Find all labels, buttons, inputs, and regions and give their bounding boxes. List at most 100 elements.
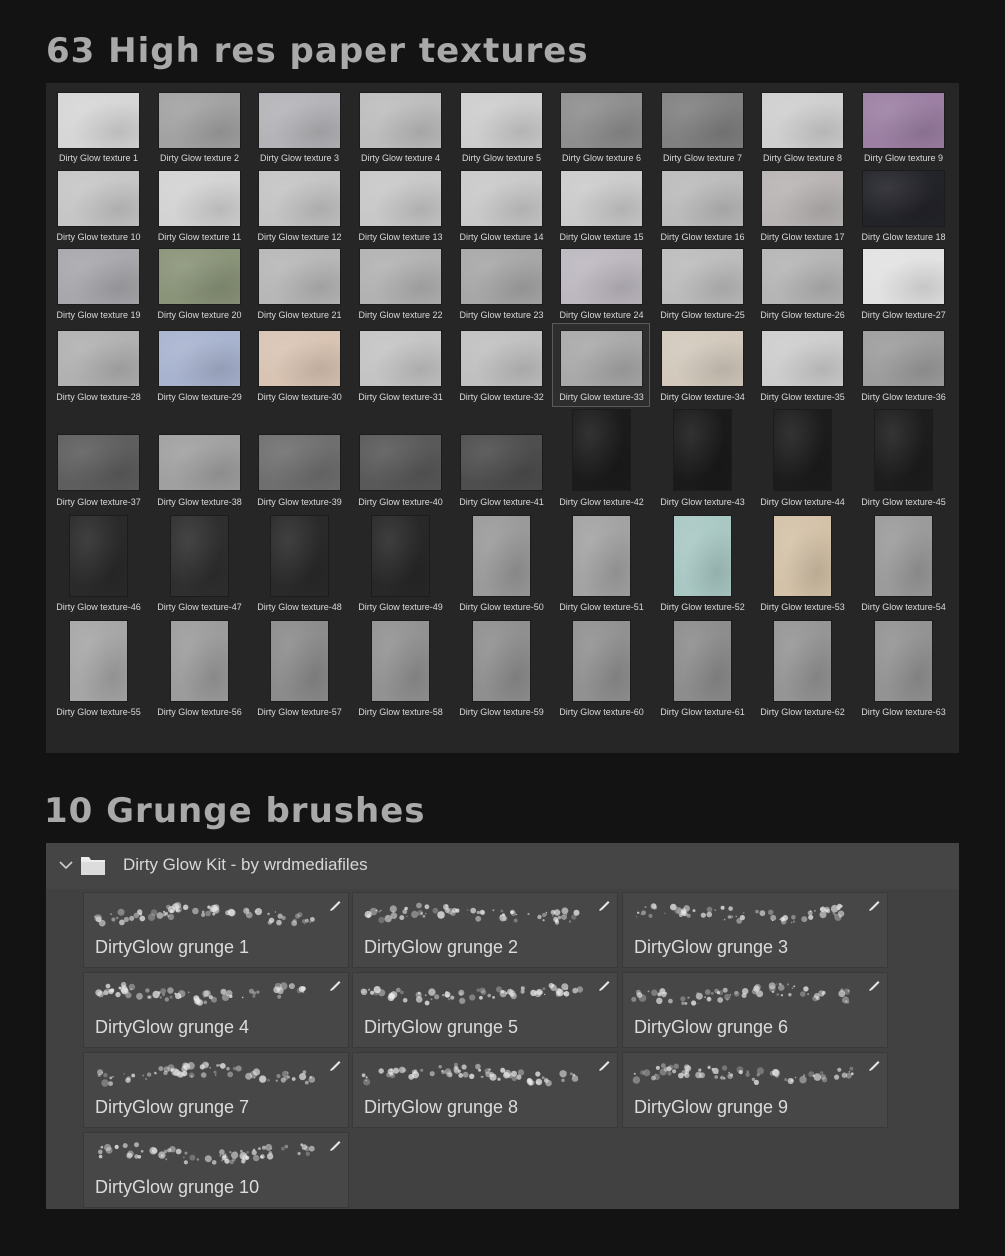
texture-thumbnail[interactable] xyxy=(774,621,831,701)
texture-thumbnail[interactable] xyxy=(259,249,340,304)
texture-grid-panel: Dirty Glow texture 1 Dirty Glow texture 2… xyxy=(46,83,959,753)
brush-edit-icon[interactable] xyxy=(866,1057,882,1073)
texture-file-name: Dirty Glow texture 10 xyxy=(56,232,141,242)
brush-edit-icon[interactable] xyxy=(327,977,343,993)
brush-stroke-preview xyxy=(631,982,851,1006)
brush-edit-icon[interactable] xyxy=(866,977,882,993)
brush-item[interactable]: DirtyGlow grunge 6 xyxy=(622,972,888,1048)
brush-item[interactable]: DirtyGlow grunge 9 xyxy=(622,1052,888,1128)
brush-item[interactable]: DirtyGlow grunge 10 xyxy=(83,1132,349,1208)
texture-file-name: Dirty Glow texture-25 xyxy=(660,310,745,320)
texture-thumbnail[interactable] xyxy=(863,171,944,226)
texture-file-name: Dirty Glow texture 21 xyxy=(257,310,342,320)
texture-thumbnail[interactable] xyxy=(674,410,731,490)
texture-thumbnail[interactable] xyxy=(573,410,630,490)
brush-edit-icon[interactable] xyxy=(596,897,612,913)
brush-edit-icon[interactable] xyxy=(327,1057,343,1073)
texture-file-name: Dirty Glow texture 3 xyxy=(259,153,340,163)
texture-thumbnail[interactable] xyxy=(372,621,429,701)
brush-edit-icon[interactable] xyxy=(327,897,343,913)
brush-edit-icon[interactable] xyxy=(327,1137,343,1153)
brush-edit-icon[interactable] xyxy=(596,977,612,993)
texture-thumbnail[interactable] xyxy=(674,516,731,596)
texture-thumbnail[interactable] xyxy=(70,621,127,701)
texture-file-name: Dirty Glow texture 13 xyxy=(358,232,443,242)
texture-thumbnail[interactable] xyxy=(58,249,139,304)
texture-thumbnail[interactable] xyxy=(259,93,340,148)
texture-thumbnail[interactable] xyxy=(662,171,743,226)
texture-thumbnail[interactable] xyxy=(473,621,530,701)
texture-thumbnail[interactable] xyxy=(875,621,932,701)
texture-thumbnail[interactable] xyxy=(473,516,530,596)
texture-thumbnail[interactable] xyxy=(662,331,743,386)
texture-thumbnail[interactable] xyxy=(762,331,843,386)
texture-thumbnail[interactable] xyxy=(875,410,932,490)
texture-file-name: Dirty Glow texture-57 xyxy=(257,707,342,717)
brush-item[interactable]: DirtyGlow grunge 7 xyxy=(83,1052,349,1128)
texture-thumbnail[interactable] xyxy=(360,93,441,148)
texture-thumbnail[interactable] xyxy=(171,621,228,701)
texture-thumbnail[interactable] xyxy=(561,331,642,386)
texture-thumbnail[interactable] xyxy=(762,93,843,148)
texture-thumbnail[interactable] xyxy=(58,435,139,490)
texture-thumbnail[interactable] xyxy=(561,249,642,304)
texture-thumbnail[interactable] xyxy=(662,93,743,148)
texture-file-name: Dirty Glow texture-43 xyxy=(660,497,745,507)
texture-file-name: Dirty Glow texture 16 xyxy=(660,232,745,242)
texture-thumbnail[interactable] xyxy=(662,249,743,304)
texture-thumbnail[interactable] xyxy=(159,435,240,490)
texture-thumbnail[interactable] xyxy=(259,435,340,490)
texture-thumbnail[interactable] xyxy=(461,171,542,226)
texture-thumbnail[interactable] xyxy=(863,331,944,386)
texture-file-name: Dirty Glow texture-48 xyxy=(257,602,342,612)
texture-thumbnail[interactable] xyxy=(360,435,441,490)
texture-thumbnail[interactable] xyxy=(573,621,630,701)
texture-thumbnail[interactable] xyxy=(271,516,328,596)
brush-item[interactable]: DirtyGlow grunge 5 xyxy=(352,972,618,1048)
texture-thumbnail[interactable] xyxy=(762,249,843,304)
texture-thumbnail[interactable] xyxy=(360,249,441,304)
brush-item[interactable]: DirtyGlow grunge 1 xyxy=(83,892,349,968)
texture-thumbnail[interactable] xyxy=(774,410,831,490)
texture-thumbnail[interactable] xyxy=(271,621,328,701)
texture-thumbnail[interactable] xyxy=(159,171,240,226)
texture-thumbnail[interactable] xyxy=(58,93,139,148)
brush-group-header[interactable]: Dirty Glow Kit - by wrdmediafiles xyxy=(46,843,959,889)
brush-edit-icon[interactable] xyxy=(596,1057,612,1073)
brush-edit-icon[interactable] xyxy=(866,897,882,913)
texture-thumbnail[interactable] xyxy=(171,516,228,596)
texture-thumbnail[interactable] xyxy=(561,93,642,148)
brush-library-panel: Dirty Glow Kit - by wrdmediafiles DirtyG… xyxy=(46,843,959,1209)
brush-name: DirtyGlow grunge 4 xyxy=(95,1017,250,1037)
texture-thumbnail[interactable] xyxy=(159,331,240,386)
brush-item[interactable]: DirtyGlow grunge 3 xyxy=(622,892,888,968)
texture-thumbnail[interactable] xyxy=(561,171,642,226)
texture-thumbnail[interactable] xyxy=(774,516,831,596)
texture-thumbnail[interactable] xyxy=(573,516,630,596)
texture-thumbnail[interactable] xyxy=(875,516,932,596)
texture-thumbnail[interactable] xyxy=(159,249,240,304)
texture-thumbnail[interactable] xyxy=(863,249,944,304)
texture-file-name: Dirty Glow texture-41 xyxy=(459,497,544,507)
texture-thumbnail[interactable] xyxy=(674,621,731,701)
texture-thumbnail[interactable] xyxy=(461,331,542,386)
texture-thumbnail[interactable] xyxy=(461,93,542,148)
brush-item[interactable]: DirtyGlow grunge 8 xyxy=(352,1052,618,1128)
texture-thumbnail[interactable] xyxy=(360,171,441,226)
texture-thumbnail[interactable] xyxy=(259,171,340,226)
chevron-down-icon[interactable] xyxy=(58,857,74,873)
texture-file-name: Dirty Glow texture-54 xyxy=(861,602,946,612)
texture-thumbnail[interactable] xyxy=(360,331,441,386)
texture-thumbnail[interactable] xyxy=(58,331,139,386)
texture-thumbnail[interactable] xyxy=(159,93,240,148)
texture-thumbnail[interactable] xyxy=(70,516,127,596)
texture-thumbnail[interactable] xyxy=(762,171,843,226)
texture-thumbnail[interactable] xyxy=(461,435,542,490)
texture-thumbnail[interactable] xyxy=(372,516,429,596)
texture-thumbnail[interactable] xyxy=(863,93,944,148)
texture-thumbnail[interactable] xyxy=(58,171,139,226)
texture-thumbnail[interactable] xyxy=(259,331,340,386)
texture-thumbnail[interactable] xyxy=(461,249,542,304)
brush-item[interactable]: DirtyGlow grunge 4 xyxy=(83,972,349,1048)
brush-item[interactable]: DirtyGlow grunge 2 xyxy=(352,892,618,968)
